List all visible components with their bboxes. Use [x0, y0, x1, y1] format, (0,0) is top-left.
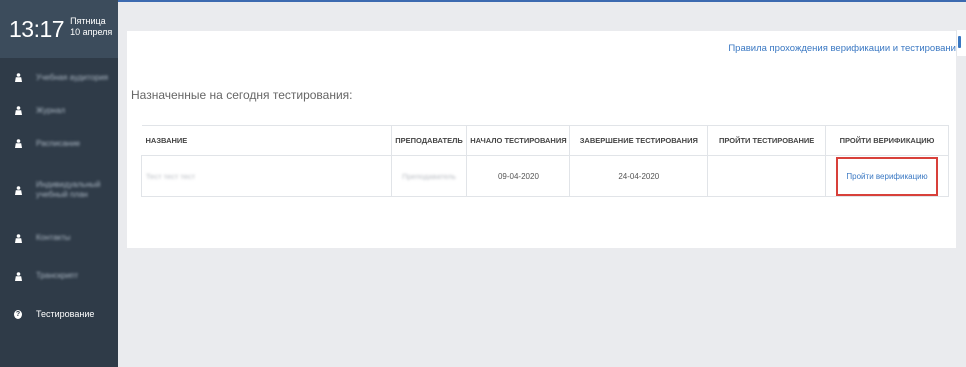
sidebar-item-transcript[interactable]: Транскрипт	[0, 256, 118, 296]
top-accent-bar	[118, 0, 966, 2]
column-header-take-test: ПРОЙТИ ТЕСТИРОВАНИЕ	[707, 125, 826, 156]
column-header-verify: ПРОЙТИ ВЕРИФИКАЦИЮ	[825, 125, 949, 156]
clock-weekday: Пятница	[70, 16, 106, 26]
sidebar-item-schedule[interactable]: Расписание	[0, 127, 118, 160]
sidebar-item-journal[interactable]: Журнал	[0, 94, 118, 127]
teacher-cell: Преподаватель	[390, 155, 467, 197]
column-header-end: ЗАВЕРШЕНИЕ ТЕСТИРОВАНИЯ	[569, 125, 708, 156]
start-date-cell: 09-04-2020	[466, 155, 570, 197]
column-header-name: НАЗВАНИЕ	[141, 125, 392, 156]
clock-time: 13:17	[9, 15, 65, 42]
clock-day: 10 апреля	[70, 27, 113, 37]
tests-table: НАЗВАНИЕ ПРЕПОДАВАТЕЛЬ НАЧАЛО ТЕСТИРОВАН…	[141, 125, 949, 197]
user-icon	[14, 185, 22, 195]
sidebar-item-label: Учебная аудитория	[36, 72, 109, 82]
teacher-name: Преподаватель	[402, 171, 456, 181]
user-icon	[14, 73, 22, 82]
table-header-row: НАЗВАНИЕ ПРЕПОДАВАТЕЛЬ НАЧАЛО ТЕСТИРОВАН…	[141, 125, 949, 156]
column-header-start: НАЧАЛО ТЕСТИРОВАНИЯ	[466, 125, 570, 156]
sidebar-menu: Учебная аудитория Журнал Расписание Инди…	[0, 61, 118, 332]
clock: 13:17 Пятница 10 апреля	[0, 0, 118, 58]
end-date-cell: 24-04-2020	[569, 155, 708, 197]
sidebar-item-contacts[interactable]: Контакты	[0, 220, 118, 256]
tests-card: Правила прохождения верификации и тестир…	[127, 31, 956, 248]
sidebar: 13:17 Пятница 10 апреля Учебная аудитори…	[0, 0, 118, 367]
sidebar-item-label: Тестирование	[36, 309, 95, 319]
help-tab-marker	[958, 36, 961, 48]
user-icon	[14, 233, 22, 243]
sidebar-item-testing[interactable]: ? Тестирование	[0, 296, 118, 332]
sidebar-item-label: Индивидуальный учебный план	[36, 180, 101, 199]
take-test-cell	[707, 155, 826, 197]
sidebar-item-label: Контакты	[36, 233, 71, 242]
start-verification-link[interactable]: Пройти верификацию	[846, 172, 927, 181]
test-name-cell: Тест тест тест	[141, 155, 392, 197]
question-icon: ?	[14, 309, 22, 319]
verification-rules-link[interactable]: Правила прохождения верификации и тестир…	[728, 43, 956, 54]
column-header-teacher: ПРЕПОДАВАТЕЛЬ	[390, 125, 467, 156]
sidebar-item-label: Журнал	[36, 105, 66, 115]
section-title: Назначенные на сегодня тестирования:	[131, 88, 353, 102]
test-name: Тест тест тест	[146, 171, 196, 181]
user-icon	[14, 106, 22, 115]
sidebar-item-study-plan[interactable]: Индивидуальный учебный план	[0, 160, 118, 220]
top-strip	[118, 0, 966, 13]
user-icon	[14, 139, 22, 148]
verify-cell: Пройти верификацию	[825, 155, 949, 197]
verify-highlight-box: Пройти верификацию	[836, 156, 938, 196]
clock-date: Пятница 10 апреля	[70, 16, 112, 38]
user-icon	[14, 271, 22, 281]
help-panel-tab[interactable]	[956, 30, 966, 56]
table-row: Тест тест тест Преподаватель 09-04-2020 …	[141, 155, 949, 197]
sidebar-item-label: Транскрипт	[36, 271, 79, 280]
sidebar-item-label: Расписание	[36, 138, 81, 148]
sidebar-item-classroom[interactable]: Учебная аудитория	[0, 61, 118, 94]
